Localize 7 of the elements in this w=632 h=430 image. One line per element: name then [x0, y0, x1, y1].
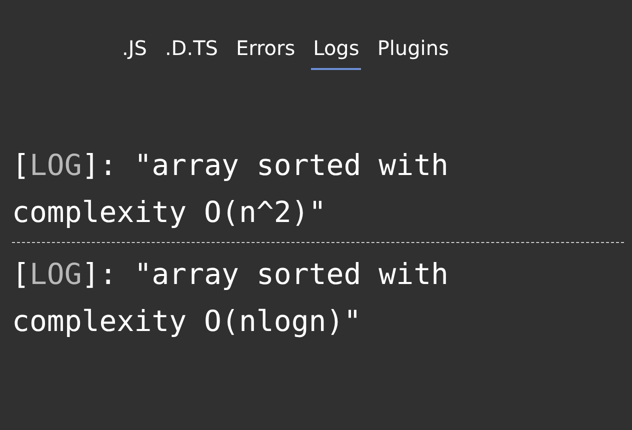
tab[interactable]: Plugins	[375, 30, 451, 70]
tab[interactable]: Errors	[234, 30, 298, 70]
tab[interactable]: .JS	[120, 30, 149, 70]
tab[interactable]: .D.TS	[162, 30, 220, 70]
log-entry: [LOG]: "array sorted with complexity O(nlogn)"	[12, 256, 450, 340]
log-entry: [LOG]: "array sorted with complexity O(n^2)"	[12, 142, 624, 243]
tab[interactable]: Logs	[311, 30, 362, 70]
